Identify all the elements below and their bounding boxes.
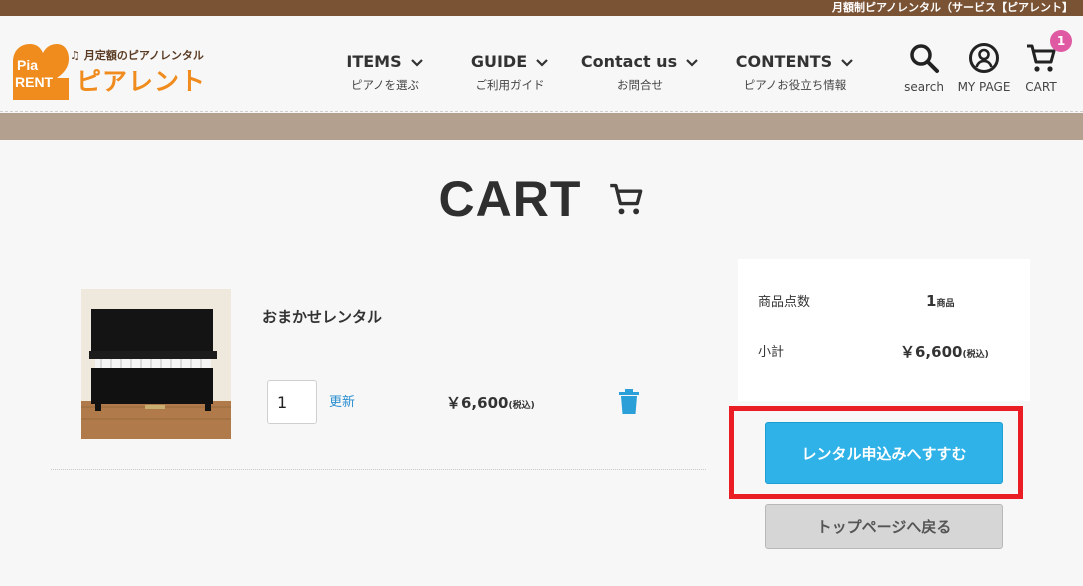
subtotal-value: ￥6,600(税込) [900,341,989,362]
nav-items-label: ITEMS [346,52,402,71]
item-price-tax-note: (税込) [508,401,535,411]
subtotal-tax-note: (税込) [962,350,989,360]
item-price: ￥6,600(税込) [446,392,535,413]
nav-item-contact[interactable]: Contact us お問合せ [580,52,700,100]
item-count-number: 1 [926,292,937,310]
nav-guide-sub: ご利用ガイド [475,78,545,92]
top-announcement-bar: 月額制ピアノレンタル（サービス【ピアレント】 [0,0,1083,16]
logo-tagline: ♫ 月定額のピアノレンタル [70,47,204,63]
item-price-value: ￥6,600 [446,394,509,412]
cart-button[interactable]: 1 CART [1020,30,1072,94]
item-count-value: 1商品 [926,292,954,310]
nav-contents-label: CONTENTS [735,52,833,71]
item-count-label: 商品点数 [758,295,811,310]
page-title-text: CART [438,171,582,227]
my-page-button[interactable]: MY PAGE [953,42,1015,94]
search-label: search [904,80,944,94]
chevron-down-icon [841,58,853,67]
cart-label: CART [1025,80,1057,94]
trash-icon[interactable] [618,389,640,415]
cart-icon [610,183,643,215]
cart-count-badge: 1 [1050,30,1072,52]
site-logo[interactable]: Pia RENT ♫ 月定額のピアノレンタル ピアレント [13,44,207,100]
item-count-unit: 商品 [936,299,955,309]
subtotal-amount: ￥6,600 [900,343,963,361]
chevron-down-icon [410,58,423,67]
nav-guide-label: GUIDE [470,52,528,71]
product-name[interactable]: おまかせレンタル [262,306,382,327]
search-icon [910,44,939,73]
upright-piano-image [81,289,231,439]
logo-badge-line2: RENT [15,74,54,90]
my-page-label: MY PAGE [957,80,1011,94]
nav-items-sub: ピアノを選ぶ [351,78,419,92]
nav-item-guide[interactable]: GUIDE ご利用ガイド [455,52,565,100]
logo-name: ピアレント [76,67,207,96]
logo-badge: Pia RENT [13,44,69,100]
nav-contact-label: Contact us [580,52,678,71]
proceed-to-rental-application-button[interactable]: レンタル申込みへすすむ [765,422,1003,484]
back-to-top-page-button[interactable]: トップページへ戻る [765,504,1003,549]
nav-item-contents[interactable]: CONTENTS ピアノお役立ち情報 [725,52,865,100]
quantity-input[interactable] [267,380,317,424]
order-summary: 商品点数 1商品 小計 ￥6,600(税込) [738,259,1030,401]
header-band [0,113,1083,140]
product-image-piano [81,289,231,439]
update-quantity-link[interactable]: 更新 [329,391,355,410]
page-title: CART [0,170,1083,228]
logo-tagline-text: 月定額のピアノレンタル [83,49,204,62]
subtotal-label: 小計 [758,345,785,360]
top-announcement-text: 月額制ピアノレンタル（サービス【ピアレント】 [831,1,1073,14]
nav-item-items[interactable]: ITEMS ピアノを選ぶ [330,52,440,100]
nav-contact-sub: お問合せ [617,78,663,92]
nav-contents-sub: ピアノお役立ち情報 [743,78,847,92]
chevron-down-icon [536,58,548,67]
site-header: Pia RENT ♫ 月定額のピアノレンタル ピアレント ITEMS ピアノを選ぶ… [0,16,1083,112]
logo-badge-line1: Pia [17,57,39,73]
user-circle-icon [969,43,999,73]
cart-row-divider [51,469,706,470]
music-note-icon: ♫ [70,49,80,62]
search-button[interactable]: search [900,42,948,94]
chevron-down-icon [686,58,698,67]
